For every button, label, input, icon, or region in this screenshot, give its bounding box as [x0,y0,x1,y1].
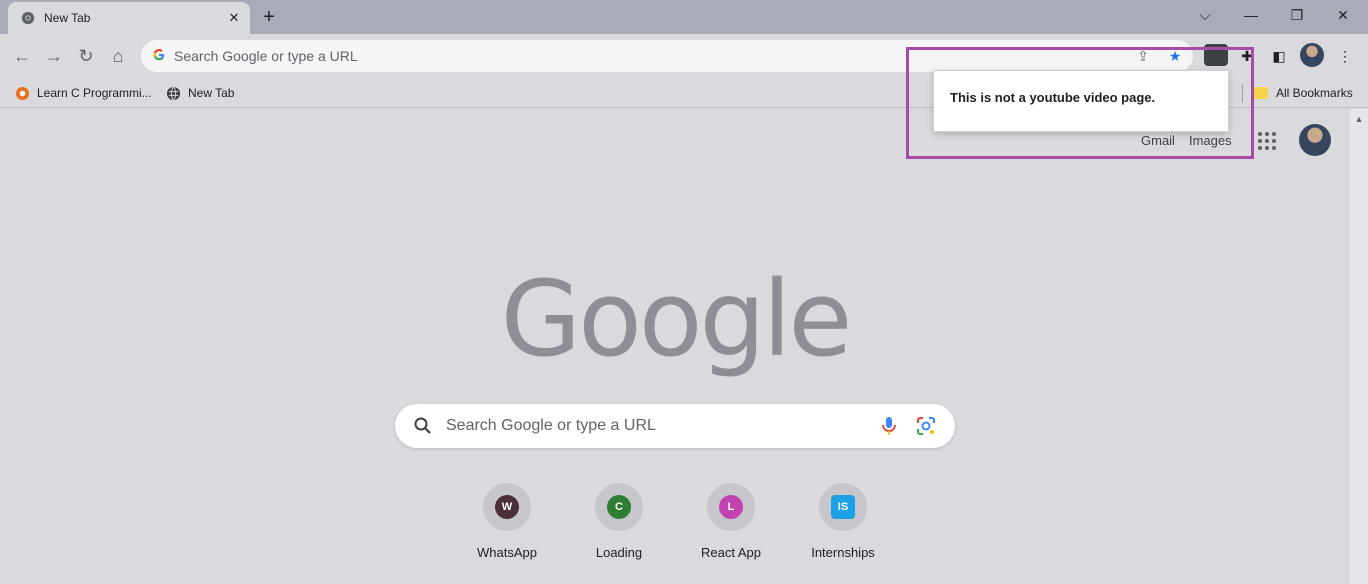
microphone-icon[interactable] [879,415,899,437]
back-arrow-icon[interactable]: ← [8,42,36,70]
shortcut-react-app[interactable]: L React App [681,481,781,571]
forward-arrow-icon[interactable]: → [40,42,68,70]
account-avatar[interactable] [1299,124,1331,156]
tab-strip: New Tab ✕ + ⌵ — ❐ ✕ [0,0,1368,34]
tab-close-icon[interactable]: ✕ [226,10,242,26]
shortcut-label: Loading [595,545,643,560]
all-bookmarks-label: All Bookmarks [1276,86,1353,100]
shortcut-tile: IS [819,483,867,531]
shortcut-internships[interactable]: IS Internships [793,481,893,571]
bookmark-label: New Tab [188,86,235,100]
search-placeholder: Search Google or type a URL [446,417,656,434]
window-close-icon[interactable]: ✕ [1332,4,1354,26]
restore-icon[interactable]: ❐ [1286,4,1308,26]
side-panel-icon[interactable]: ◧ [1268,45,1290,67]
shortcut-label: WhatsApp [477,545,537,560]
minimize-icon[interactable]: — [1240,4,1262,26]
react-app-favicon-icon: L [719,495,743,519]
chrome-icon [21,11,35,25]
google-g-icon [153,48,165,61]
vertical-scrollbar[interactable]: ▲ [1350,109,1368,584]
internshala-favicon-icon: IS [831,495,855,519]
loading-favicon-icon: C [607,495,631,519]
tab-new-tab[interactable]: New Tab ✕ [8,2,250,34]
google-lens-icon[interactable] [915,415,937,437]
shortcut-label: Internships [811,545,875,560]
highlight-box [906,47,1254,159]
shortcut-tile: L [707,483,755,531]
menu-kebab-icon[interactable]: ⋮ [1334,45,1356,67]
profile-avatar[interactable] [1300,43,1324,67]
omnibox-placeholder: Search Google or type a URL [174,48,358,64]
folder-icon [1254,87,1268,99]
home-icon[interactable]: ⌂ [104,42,132,70]
bookmark-new-tab[interactable]: New Tab [166,83,234,103]
shortcut-loading[interactable]: C Loading [569,481,669,571]
scroll-up-arrow-icon[interactable]: ▲ [1350,113,1368,125]
whatsapp-favicon-icon: W [495,495,519,519]
shortcut-label: React App [701,545,761,560]
reload-icon[interactable]: ↻ [72,42,100,70]
bookmark-site-icon [15,86,30,101]
new-tab-button[interactable]: + [258,6,280,28]
apps-grid-icon[interactable] [1258,132,1276,150]
globe-icon [166,86,181,101]
search-icon [414,417,431,434]
shortcut-whatsapp[interactable]: W WhatsApp [457,481,557,571]
tab-search-chevron-down-icon[interactable]: ⌵ [1194,4,1216,26]
shortcut-tile: W [483,483,531,531]
search-box[interactable]: Search Google or type a URL [395,404,955,448]
shortcut-tile: C [595,483,643,531]
new-tab-page: Gmail Images Google Search Google or typ… [0,109,1350,584]
bookmark-label: Learn C Programmi... [37,86,152,100]
all-bookmarks[interactable]: All Bookmarks [1254,83,1353,103]
google-logo: Google [500,258,853,380]
bookmark-learn-c[interactable]: Learn C Programmi... [15,83,152,103]
tab-title: New Tab [44,11,91,25]
